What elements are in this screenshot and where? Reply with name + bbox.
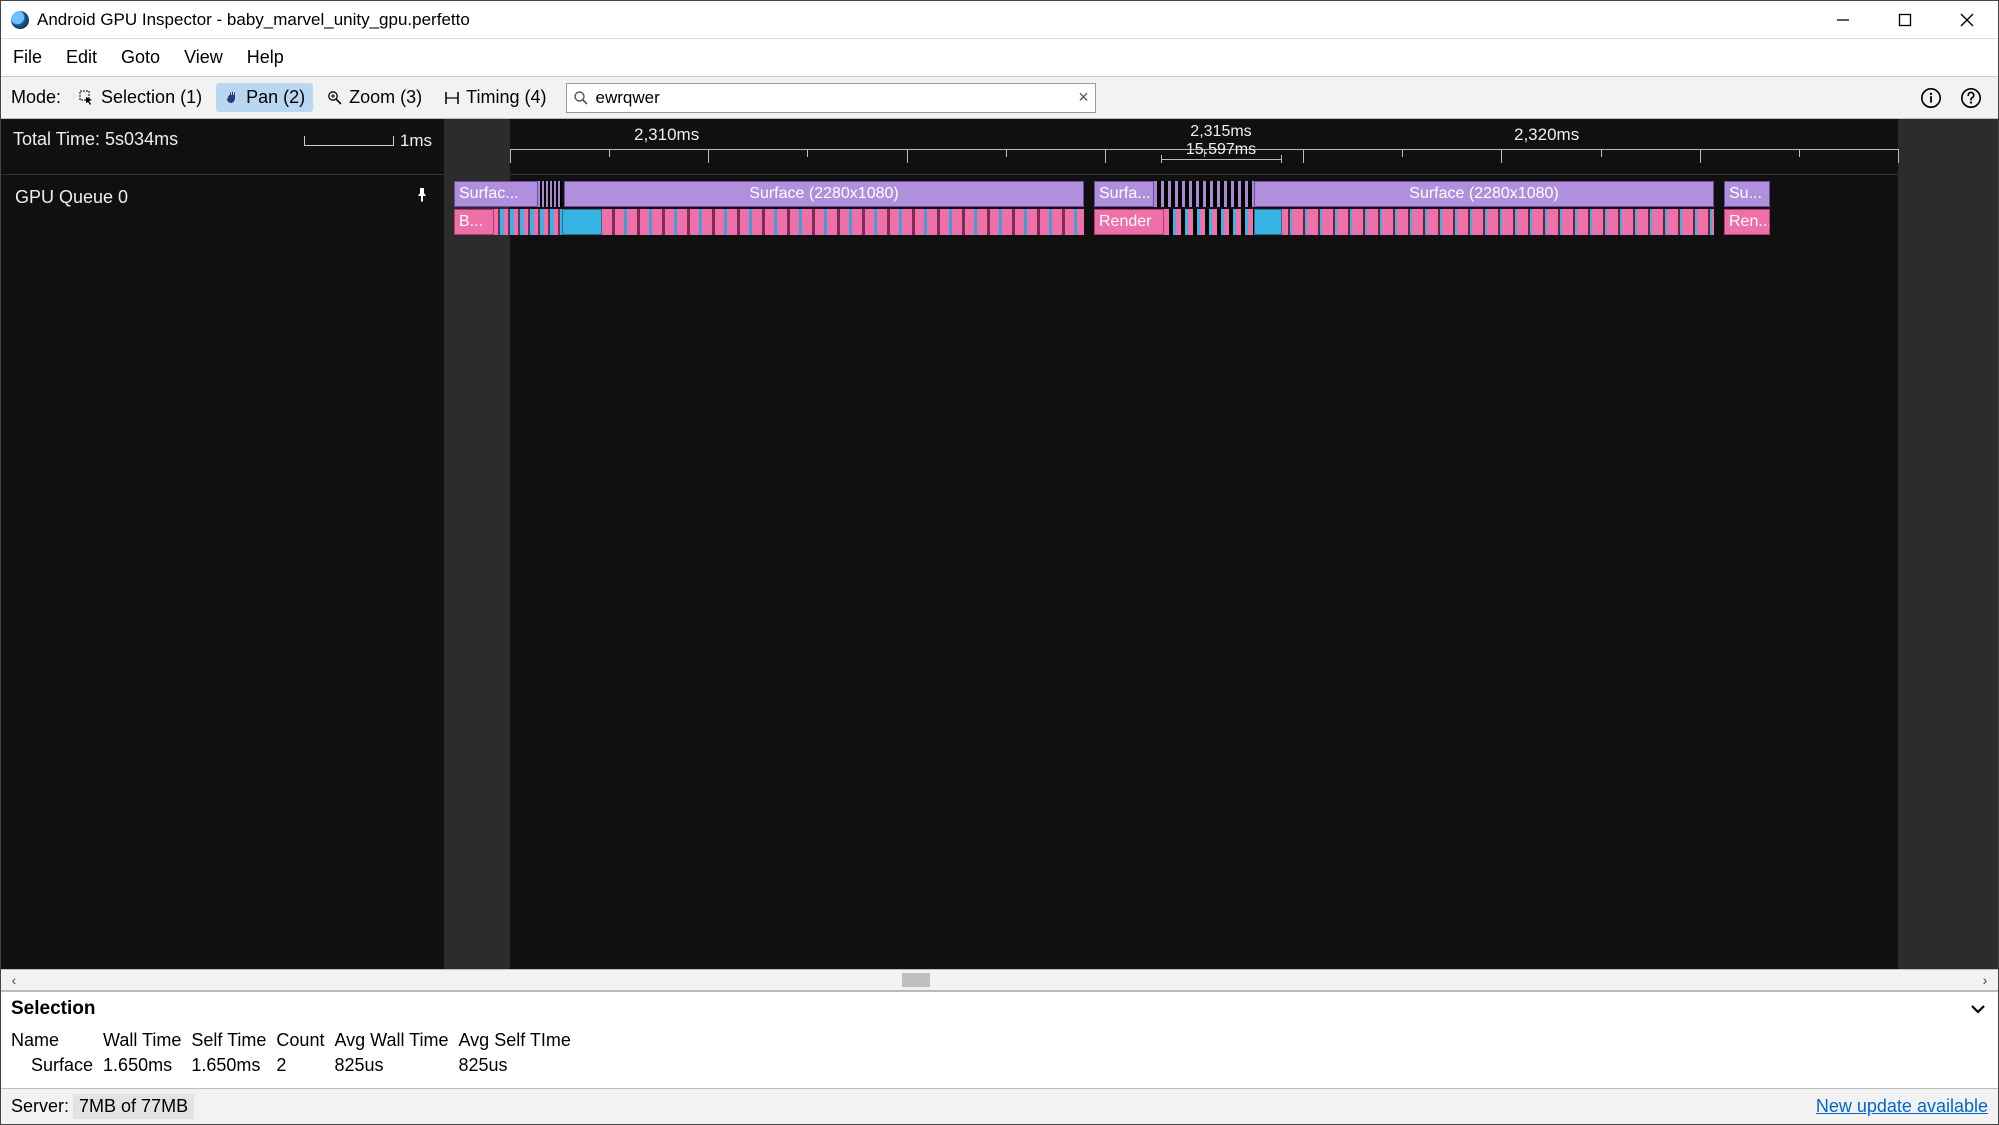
- table-row[interactable]: Surface 1.650ms 1.650ms 2 825us 825us: [11, 1053, 581, 1078]
- toolbar: Mode: Selection (1) Pan (2) Zoom (3) Tim…: [1, 77, 1998, 119]
- scroll-left-button[interactable]: ‹: [5, 972, 23, 988]
- ruler-tick-label: 2,320ms: [1514, 125, 1579, 145]
- timeline[interactable]: Total Time: 5s034ms 1ms 2,310ms 2,315ms1…: [1, 119, 1998, 969]
- selection-table: Name Wall Time Self Time Count Avg Wall …: [1, 1026, 1998, 1088]
- mode-selection-button[interactable]: Selection (1): [71, 83, 210, 112]
- statusbar: Server: 7MB of 77MB New update available: [1, 1088, 1998, 1124]
- selection-panel: Selection Name Wall Time Self Time Count…: [1, 991, 1998, 1088]
- selection-icon: [79, 90, 95, 106]
- search-icon: [573, 90, 589, 106]
- track-name[interactable]: GPU Queue 0: [15, 187, 414, 208]
- server-label: Server:: [11, 1096, 69, 1117]
- track-slices[interactable]: Surfac... Surface (2280x1080) Surfa... S…: [444, 181, 1998, 237]
- horizontal-scrollbar[interactable]: ‹ ›: [1, 969, 1998, 991]
- zoom-icon: [327, 90, 343, 106]
- app-logo-icon: [11, 11, 29, 29]
- mode-zoom-button[interactable]: Zoom (3): [319, 83, 430, 112]
- info-button[interactable]: [1914, 81, 1948, 115]
- scroll-right-button[interactable]: ›: [1976, 972, 1994, 988]
- clear-search-button[interactable]: ×: [1071, 87, 1095, 108]
- slice-surface[interactable]: Surface (2280x1080): [1254, 181, 1714, 207]
- slice-render[interactable]: B...: [454, 209, 494, 235]
- collapse-panel-button[interactable]: [1968, 999, 1988, 1019]
- mode-selection-label: Selection (1): [101, 87, 202, 108]
- titlebar: Android GPU Inspector - baby_marvel_unit…: [1, 1, 1998, 39]
- maximize-button[interactable]: [1874, 1, 1936, 39]
- mode-pan-label: Pan (2): [246, 87, 305, 108]
- mode-label: Mode:: [11, 87, 61, 108]
- close-button[interactable]: [1936, 1, 1998, 39]
- memory-usage: 7MB of 77MB: [73, 1094, 194, 1119]
- pan-icon: [224, 90, 240, 106]
- menu-help[interactable]: Help: [235, 39, 296, 76]
- mode-timing-button[interactable]: Timing (4): [436, 83, 554, 112]
- scroll-thumb[interactable]: [902, 973, 930, 987]
- slice-surface[interactable]: Surface (2280x1080): [564, 181, 1084, 207]
- minimize-button[interactable]: [1812, 1, 1874, 39]
- table-header-row: Name Wall Time Self Time Count Avg Wall …: [11, 1028, 581, 1053]
- window-title: Android GPU Inspector - baby_marvel_unit…: [37, 10, 470, 30]
- timing-icon: [444, 90, 460, 106]
- selection-title: Selection: [11, 998, 95, 1020]
- search-box[interactable]: ×: [566, 83, 1096, 113]
- ruler-tick-label: 2,310ms: [634, 125, 699, 145]
- slice-surface[interactable]: Surfac...: [454, 181, 538, 207]
- time-scale: 1ms: [304, 131, 432, 151]
- time-ruler[interactable]: 2,310ms 2,315ms15.597ms 2,320ms: [444, 119, 1998, 175]
- total-time-label: Total Time: 5s034ms: [13, 129, 178, 150]
- menu-goto[interactable]: Goto: [109, 39, 172, 76]
- menu-file[interactable]: File: [1, 39, 54, 76]
- mode-timing-label: Timing (4): [466, 87, 546, 108]
- mode-zoom-label: Zoom (3): [349, 87, 422, 108]
- slice-surface[interactable]: Su...: [1724, 181, 1770, 207]
- slice-render[interactable]: Render: [1094, 209, 1164, 235]
- menu-edit[interactable]: Edit: [54, 39, 109, 76]
- slice-render[interactable]: Ren...: [1724, 209, 1770, 235]
- pin-icon[interactable]: [414, 187, 430, 203]
- menubar: File Edit Goto View Help: [1, 39, 1998, 77]
- help-button[interactable]: [1954, 81, 1988, 115]
- update-link[interactable]: New update available: [1816, 1096, 1988, 1117]
- search-input[interactable]: [595, 88, 1071, 108]
- mode-pan-button[interactable]: Pan (2): [216, 83, 313, 112]
- slice-surface[interactable]: Surfa...: [1094, 181, 1154, 207]
- ruler-mid-label: 2,315ms15.597ms: [1186, 123, 1256, 159]
- menu-view[interactable]: View: [172, 39, 235, 76]
